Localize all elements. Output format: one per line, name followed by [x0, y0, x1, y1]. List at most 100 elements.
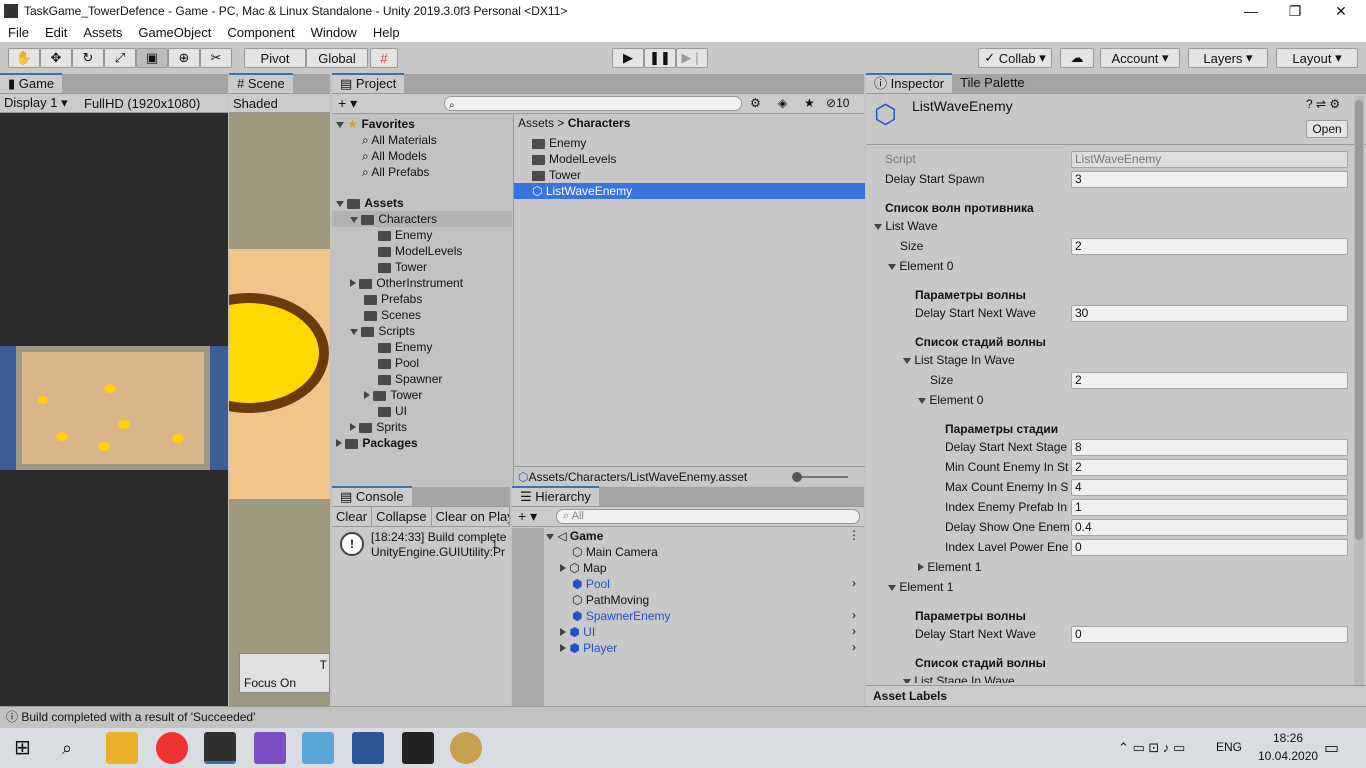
go-ui[interactable]: ⬢ UI [560, 624, 595, 640]
scale-tool-icon[interactable]: ⤢ [104, 48, 136, 68]
rect-tool-icon[interactable]: ▣ [136, 48, 168, 68]
asset-labels-bar[interactable]: Asset Labels [866, 685, 1366, 706]
filter-type-icon[interactable]: ⚙ [750, 96, 761, 110]
clock-date[interactable]: 10.04.2020 [1258, 749, 1318, 763]
delay-next-wave-field-1[interactable]: 0 [1071, 626, 1348, 643]
account-dropdown[interactable]: Account ▾ [1100, 48, 1180, 68]
maximize-button[interactable]: ❐ [1272, 0, 1318, 22]
go-spawnerenemy[interactable]: ⬢ SpawnerEnemy [572, 608, 671, 624]
tree-scripts-tower[interactable]: Tower [364, 387, 422, 403]
icon-size-slider[interactable] [792, 472, 848, 482]
tree-scripts-enemy[interactable]: Enemy [378, 339, 432, 355]
unity-hub-icon[interactable] [402, 732, 434, 764]
wave-size-field[interactable]: 2 [1071, 238, 1348, 255]
language-indicator[interactable]: ENG [1216, 740, 1242, 754]
delay-next-wave-field[interactable]: 30 [1071, 305, 1348, 322]
file-explorer-icon[interactable] [106, 732, 138, 764]
console-entry[interactable]: ! [18:24:33] Build complete UnityEngine.… [332, 528, 510, 562]
wave-element0-foldout[interactable]: Element 0 [888, 258, 953, 274]
file-listwaveenemy[interactable]: ⬡ ListWaveEnemy [514, 183, 865, 199]
layers-dropdown[interactable]: Layers ▾ [1188, 48, 1268, 68]
tab-inspector[interactable]: ⓘ Inspector [866, 73, 953, 93]
tree-scripts-spawner[interactable]: Spawner [378, 371, 442, 387]
tree-sprits[interactable]: Sprits [350, 419, 407, 435]
hierarchy-create-button[interactable]: + ▾ [518, 508, 537, 525]
yandex-browser-icon[interactable] [156, 732, 188, 764]
console-collapse-button[interactable]: Collapse [372, 507, 432, 526]
layout-dropdown[interactable]: Layout ▾ [1276, 48, 1358, 68]
paint-icon[interactable] [302, 732, 334, 764]
file-tower[interactable]: Tower [532, 167, 581, 183]
tree-scripts-ui[interactable]: UI [378, 403, 407, 419]
transform-tool-icon[interactable]: ⊕ [168, 48, 200, 68]
go-player[interactable]: ⬢ Player [560, 640, 617, 656]
chevron-right-icon[interactable]: › [852, 640, 856, 654]
inspector-header-icons[interactable]: ? ⇌ ⚙ [1306, 97, 1340, 111]
list-stage-foldout-1[interactable]: List Stage In Wave [903, 673, 1015, 683]
tab-console[interactable]: ▤ Console [332, 486, 412, 506]
tree-otherinstrument[interactable]: OtherInstrument [350, 275, 463, 291]
scene-menu-icon[interactable]: ⋮ [848, 528, 860, 542]
list-wave-foldout[interactable]: List Wave [874, 218, 938, 234]
stage-field-input[interactable]: 2 [1071, 459, 1348, 476]
visual-studio-icon[interactable] [254, 732, 286, 764]
close-button[interactable]: ✕ [1318, 0, 1364, 22]
tree-scripts[interactable]: Scripts [350, 323, 415, 339]
stage-field-input[interactable]: 0 [1071, 539, 1348, 556]
inspector-scrollbar[interactable] [1354, 96, 1364, 686]
menu-assets[interactable]: Assets [75, 25, 130, 40]
stage-field-input[interactable]: 0.4 [1071, 519, 1348, 536]
favorites-label[interactable]: Favorites [361, 117, 414, 131]
tray-icons[interactable]: ⌃ ▭ ⊡ ♪ ▭ [1118, 740, 1185, 756]
tree-scripts-pool[interactable]: Pool [378, 355, 419, 371]
project-search-input[interactable]: ⌕ [444, 96, 742, 111]
delay-start-spawn-field[interactable]: 3 [1071, 171, 1348, 188]
chevron-right-icon[interactable]: › [852, 576, 856, 590]
unity-app-icon[interactable] [204, 732, 236, 764]
favorite-star-icon[interactable]: ★ [804, 96, 815, 110]
play-button[interactable]: ▶ [612, 48, 644, 68]
menu-edit[interactable]: Edit [37, 25, 75, 40]
hidden-packages-icon[interactable]: ⊘10 [826, 96, 849, 110]
tree-scenes[interactable]: Scenes [364, 307, 421, 323]
game-view[interactable] [0, 113, 228, 706]
tab-game[interactable]: ▮ Game [0, 73, 63, 93]
assets-root[interactable]: Assets [364, 196, 403, 210]
menu-help[interactable]: Help [365, 25, 408, 40]
rotate-tool-icon[interactable]: ↻ [72, 48, 104, 68]
focus-on-label[interactable]: Focus On [244, 676, 296, 690]
go-pathmoving[interactable]: ⬡ PathMoving [572, 592, 649, 608]
tree-prefabs[interactable]: Prefabs [364, 291, 422, 307]
pivot-button[interactable]: Pivot [244, 48, 306, 68]
display-dropdown[interactable]: Display 1 ▾ [0, 95, 78, 111]
breadcrumb-characters[interactable]: Characters [568, 116, 631, 130]
console-clear-button[interactable]: Clear [332, 507, 373, 526]
scene-root-game[interactable]: ◁ Game [546, 528, 603, 544]
breadcrumb-assets[interactable]: Assets [518, 116, 554, 130]
step-button[interactable]: ▶❘ [676, 48, 708, 68]
resolution-dropdown[interactable]: FullHD (1920x1080) [78, 96, 200, 111]
grid-snap-icon[interactable]: # [370, 48, 398, 68]
tree-tower[interactable]: Tower [378, 259, 427, 275]
pause-button[interactable]: ❚❚ [644, 48, 676, 68]
paint-palette-icon[interactable] [450, 732, 482, 764]
go-map[interactable]: ⬡ Map [560, 560, 607, 576]
file-enemy[interactable]: Enemy [532, 135, 586, 151]
fav-all-materials[interactable]: ⌕ All Materials [362, 132, 437, 148]
search-icon[interactable]: ⌕ [62, 738, 72, 759]
menu-window[interactable]: Window [303, 25, 365, 40]
open-button[interactable]: Open [1306, 120, 1348, 138]
menu-component[interactable]: Component [219, 25, 302, 40]
tree-characters[interactable]: Characters [332, 211, 512, 227]
tab-project[interactable]: ▤ Project [332, 73, 405, 93]
tree-modellevels[interactable]: ModelLevels [378, 243, 462, 259]
minimize-button[interactable]: — [1228, 0, 1274, 22]
notification-icon[interactable]: ▭ [1324, 738, 1339, 758]
stage-field-input[interactable]: 8 [1071, 439, 1348, 456]
stage-field-input[interactable]: 1 [1071, 499, 1348, 516]
console-clear-on-play-button[interactable]: Clear on Play [432, 507, 510, 526]
tree-packages[interactable]: Packages [336, 435, 418, 451]
word-icon[interactable] [352, 732, 384, 764]
move-tool-icon[interactable]: ✥ [40, 48, 72, 68]
stage-element0-foldout[interactable]: Element 0 [918, 392, 983, 408]
